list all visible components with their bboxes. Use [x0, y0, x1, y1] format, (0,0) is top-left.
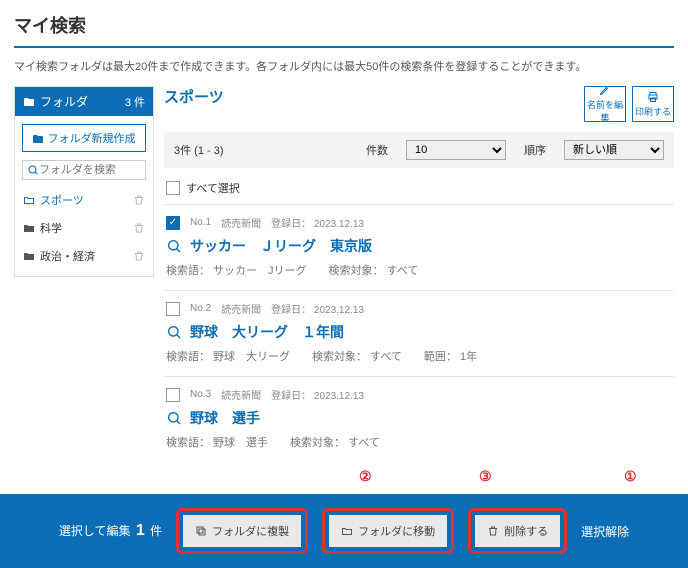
page-title: マイ検索: [14, 12, 674, 38]
deselect-button[interactable]: 選択解除: [581, 523, 629, 540]
item-checkbox[interactable]: [166, 388, 180, 402]
printer-icon: [647, 91, 659, 103]
item-title-link[interactable]: サッカー Ｊリーグ 東京版: [190, 236, 372, 256]
item-title-link[interactable]: 野球 選手: [190, 408, 260, 428]
select-all-checkbox[interactable]: [166, 181, 180, 195]
item-title-link[interactable]: 野球 大リーグ １年間: [190, 322, 344, 342]
item-source: 読売新聞: [221, 301, 261, 316]
search-icon: [27, 164, 39, 176]
sidebar-item-label: スポーツ: [40, 192, 84, 208]
bulk-action-bar: 選択して編集 1 件 フォルダに複製 フォルダに移動 削除する 選択解除: [0, 494, 688, 568]
list-controls: 3件 (1 - 3) 件数 10 順序 新しい順: [164, 132, 674, 168]
magnifier-icon: [166, 238, 182, 254]
sidebar-item-label: 政治・経済: [40, 248, 95, 264]
selection-count: 1: [136, 522, 145, 539]
callout-numbers: ② ③ ①: [164, 468, 674, 494]
item-no: No.2: [190, 303, 211, 314]
magnifier-icon: [166, 410, 182, 426]
trash-icon: [487, 525, 499, 537]
highlight-move: フォルダに移動: [322, 508, 454, 554]
folder-icon: [23, 222, 35, 234]
magnifier-icon: [166, 324, 182, 340]
copy-icon: [195, 525, 207, 537]
header-rule: [14, 46, 674, 48]
selection-label: 選択して編集 1 件: [59, 522, 162, 540]
item-meta: 検索語： 野球 選手 検索対象： すべて: [166, 434, 672, 450]
current-folder-title: スポーツ: [164, 86, 224, 107]
new-folder-label: フォルダ新規作成: [48, 133, 136, 145]
callout-1: ①: [624, 468, 637, 485]
folder-move-icon: [341, 525, 353, 537]
result-range: 3件 (1 - 3): [174, 142, 348, 158]
print-label: 印刷する: [635, 105, 671, 118]
search-item: ✓ No.1 読売新聞登録日： 2023.12.13 サッカー Ｊリーグ 東京版検索語…: [164, 204, 674, 290]
page-description: マイ検索フォルダは最大20件まで作成できます。各フォルダ内には最大50件の検索条…: [14, 58, 674, 74]
move-to-folder-button[interactable]: フォルダに移動: [329, 515, 447, 547]
item-checkbox[interactable]: [166, 302, 180, 316]
item-source: 読売新聞: [221, 215, 261, 230]
select-all-label: すべて選択: [186, 180, 240, 196]
search-item: No.3 読売新聞登録日： 2023.12.13 野球 選手検索語： 野球 選手 検…: [164, 376, 674, 462]
sort-select[interactable]: 新しい順: [564, 140, 664, 160]
delete-folder-icon[interactable]: [133, 194, 145, 206]
new-folder-button[interactable]: フォルダ新規作成: [22, 124, 146, 152]
item-no: No.3: [190, 389, 211, 400]
sidebar-item-科学[interactable]: 科学: [15, 214, 153, 242]
folder-icon: [23, 250, 35, 262]
folder-search-input[interactable]: [39, 164, 141, 176]
sidebar-header: フォルダ 3 件: [15, 87, 153, 116]
copy-to-folder-button[interactable]: フォルダに複製: [183, 515, 301, 547]
item-source: 読売新聞: [221, 387, 261, 402]
item-checkbox[interactable]: ✓: [166, 216, 180, 230]
item-no: No.1: [190, 217, 211, 228]
delete-button[interactable]: 削除する: [475, 515, 560, 547]
sidebar-item-政治・経済[interactable]: 政治・経済: [15, 242, 153, 270]
item-meta: 検索語： 野球 大リーグ 検索対象： すべて 範囲： 1年: [166, 348, 672, 364]
callout-2: ②: [359, 468, 372, 485]
folder-icon: [23, 194, 35, 206]
delete-folder-icon[interactable]: [133, 222, 145, 234]
print-button[interactable]: 印刷する: [632, 86, 674, 122]
sidebar-item-スポーツ[interactable]: スポーツ: [15, 186, 153, 214]
sidebar-header-label: フォルダ: [40, 93, 88, 110]
perpage-label: 件数: [366, 142, 388, 158]
edit-name-button[interactable]: 名前を編集: [584, 86, 626, 122]
folder-plus-icon: [32, 133, 44, 145]
sidebar-folder-count: 3 件: [125, 94, 145, 110]
folder-icon: [23, 96, 35, 108]
sidebar-item-label: 科学: [40, 220, 62, 236]
pencil-icon: [599, 84, 611, 96]
search-item: No.2 読売新聞登録日： 2023.12.13 野球 大リーグ １年間検索語： 野…: [164, 290, 674, 376]
item-regdate: 登録日： 2023.12.13: [271, 215, 364, 230]
folder-sidebar: フォルダ 3 件 フォルダ新規作成 スポーツ科学政治・経済: [14, 86, 154, 277]
item-regdate: 登録日： 2023.12.13: [271, 301, 364, 316]
item-regdate: 登録日： 2023.12.13: [271, 387, 364, 402]
main-panel: スポーツ 名前を編集 印刷する: [164, 86, 674, 494]
callout-3: ③: [479, 468, 492, 485]
edit-name-label: 名前を編集: [585, 98, 625, 124]
folder-search[interactable]: [22, 160, 146, 180]
delete-folder-icon[interactable]: [133, 250, 145, 262]
sort-label: 順序: [524, 142, 546, 158]
highlight-delete: 削除する: [468, 508, 567, 554]
highlight-copy: フォルダに複製: [176, 508, 308, 554]
item-meta: 検索語： サッカー Jリーグ 検索対象： すべて: [166, 262, 672, 278]
select-all[interactable]: すべて選択: [164, 176, 674, 204]
perpage-select[interactable]: 10: [406, 140, 506, 160]
